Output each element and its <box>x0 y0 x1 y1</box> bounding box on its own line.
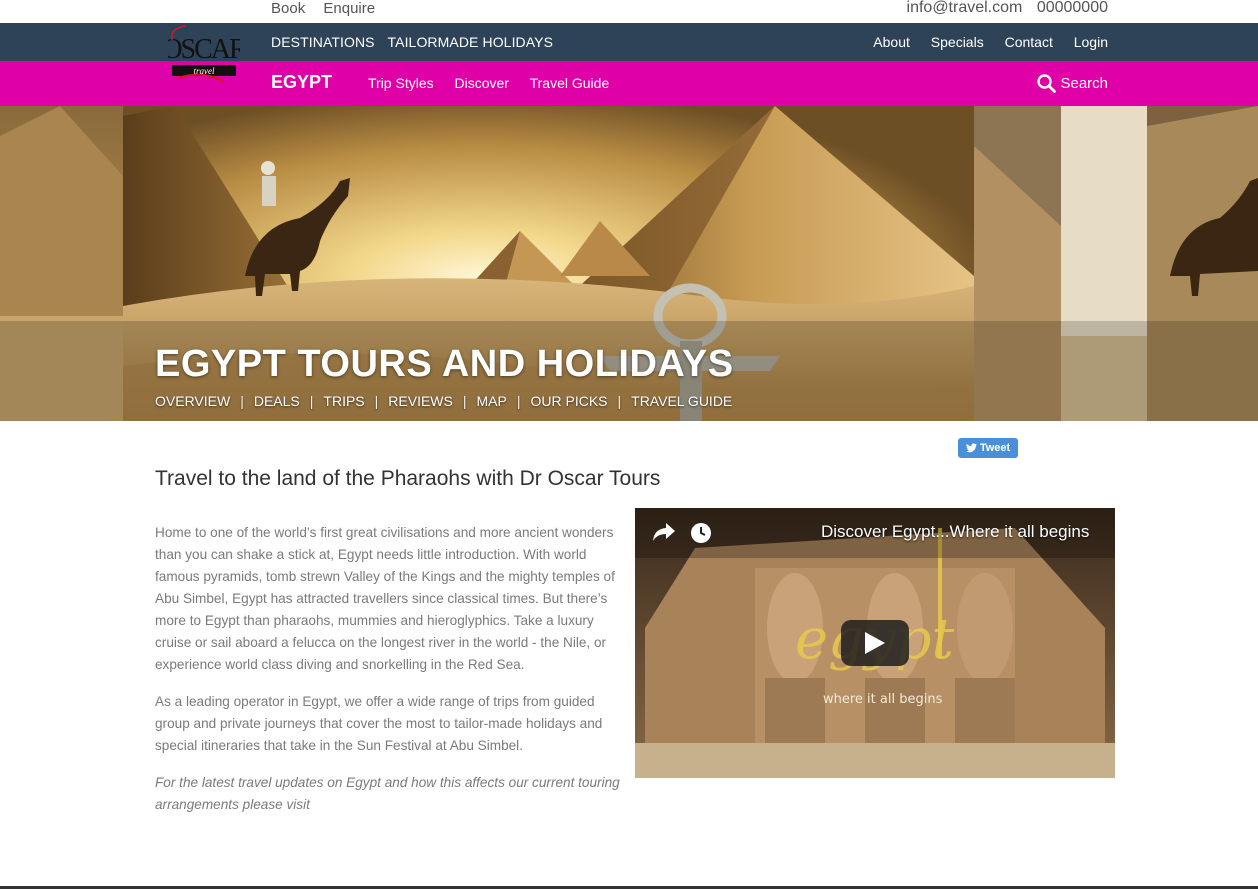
hero-link-deals[interactable]: DEALS <box>254 393 300 409</box>
hero-link-trips[interactable]: TRIPS <box>323 393 364 409</box>
hero-section-links: OVERVIEW | DEALS | TRIPS | REVIEWS | MAP | OUR PIC… <box>155 393 732 409</box>
hero-link-overview[interactable]: OVERVIEW <box>155 393 230 409</box>
intro-copy: Home to one of the world’s first great c… <box>155 522 620 831</box>
destination-title[interactable]: EGYPT <box>271 72 332 93</box>
hero-title: EGYPT TOURS AND HOLIDAYS <box>155 343 734 385</box>
nav-discover[interactable]: Discover <box>455 75 509 91</box>
hero-link-separator: | <box>462 393 467 409</box>
video-title[interactable]: Discover Egypt...Where it all begins <box>821 522 1089 542</box>
oscar-travel-logo[interactable]: OSCAR travel <box>162 20 250 90</box>
utility-links: Book Enquire <box>271 0 389 17</box>
hero-link-separator: | <box>374 393 379 409</box>
svg-text:OSCAR: OSCAR <box>168 34 240 65</box>
share-icon[interactable] <box>653 523 675 546</box>
intro-paragraph: Home to one of the world’s first great c… <box>155 525 615 672</box>
hero-link-separator: | <box>309 393 314 409</box>
twitter-bird-icon <box>965 443 977 453</box>
content-heading: Travel to the land of the Pharaohs with … <box>155 467 661 490</box>
nav-contact[interactable]: Contact <box>1005 34 1053 50</box>
enquire-link[interactable]: Enquire <box>323 0 375 17</box>
book-link[interactable]: Book <box>271 0 305 17</box>
hero-link-map[interactable]: MAP <box>477 393 507 409</box>
nav-login[interactable]: Login <box>1074 34 1108 50</box>
destination-links: Trip Styles Discover Travel Guide <box>368 75 626 91</box>
nav-tailormade-holidays[interactable]: TAILORMADE HOLIDAYS <box>388 34 554 50</box>
hero-link-separator: | <box>516 393 521 409</box>
hero-link-our-picks[interactable]: OUR PICKS <box>530 393 607 409</box>
contact-info: info@travel.com 00000000 <box>897 0 1108 16</box>
nav-travel-guide[interactable]: Travel Guide <box>530 75 610 91</box>
hero-link-reviews[interactable]: REVIEWS <box>388 393 453 409</box>
travel-update-note: For the latest travel updates on Egypt a… <box>155 775 620 812</box>
main-nav-left: DESTINATIONS TAILORMADE HOLIDAYS <box>271 34 562 50</box>
main-nav-right: About Specials Contact Login <box>856 34 1108 50</box>
nav-destinations[interactable]: DESTINATIONS <box>271 34 375 50</box>
search-button[interactable]: Search <box>1037 74 1108 93</box>
hero-banner: EGYPT TOURS AND HOLIDAYS OVERVIEW | DEALS |… <box>0 106 1258 421</box>
video-player[interactable]: egypt where it all begins Discover Egypt… <box>635 508 1115 778</box>
search-icon <box>1037 74 1057 93</box>
phone-number[interactable]: 00000000 <box>1037 0 1108 16</box>
nav-trip-styles[interactable]: Trip Styles <box>368 75 434 91</box>
nav-specials[interactable]: Specials <box>931 34 984 50</box>
hero-link-separator: | <box>240 393 244 409</box>
hero-link-travel-guide[interactable]: TRAVEL GUIDE <box>631 393 732 409</box>
nav-about[interactable]: About <box>873 34 910 50</box>
hero-link-separator: | <box>617 393 622 409</box>
tweet-button[interactable]: Tweet <box>958 438 1018 458</box>
watch-later-icon[interactable] <box>689 521 713 550</box>
play-icon <box>865 632 885 654</box>
search-label: Search <box>1060 75 1108 92</box>
operator-paragraph: As a leading operator in Egypt, we offer… <box>155 694 603 753</box>
svg-text:where it all begins: where it all begins <box>823 692 943 707</box>
tweet-label: Tweet <box>979 442 1011 454</box>
email-link[interactable]: info@travel.com <box>907 0 1023 16</box>
play-button[interactable] <box>841 620 909 666</box>
